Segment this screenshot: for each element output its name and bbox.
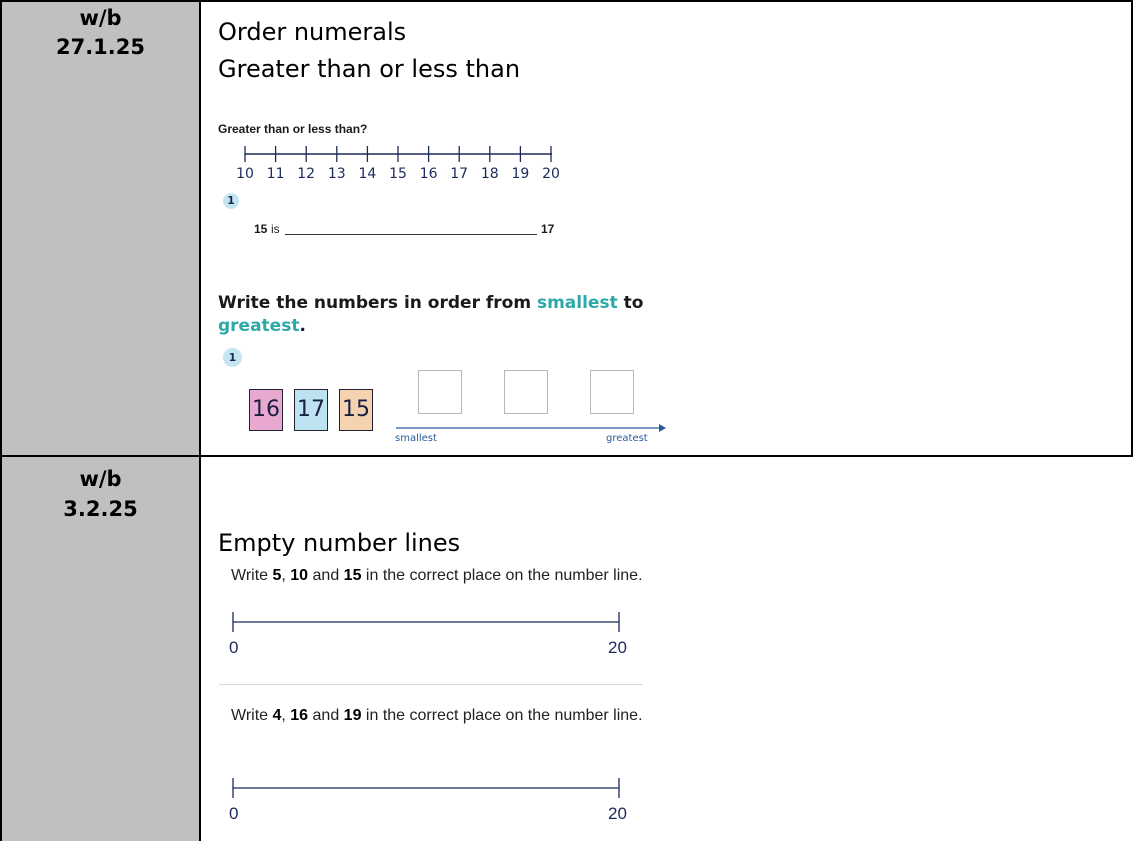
number-line-start: 0 [229,638,239,657]
instr-number: 16 [290,707,309,724]
answer-box[interactable] [504,370,548,414]
worksheet-title: Greater than or less than? [218,122,368,136]
exercise-instruction: Write 5, 10 and 15 in the correct place … [231,565,691,587]
order-heading-line2: greatest. [218,316,306,336]
number-line-tick-label: 14 [358,166,377,182]
question-number-badge: 1 [223,193,239,209]
topic-title: Empty number lines [218,529,461,557]
instr-text: Write [231,567,273,584]
answer-box[interactable] [590,370,634,414]
heading-smallest: smallest [536,293,618,313]
topic-title: Greater than or less than [218,55,521,83]
instr-text: in the correct place on the number line. [361,567,643,584]
instr-text: in the correct place on the number line. [361,707,643,724]
answer-box[interactable] [418,370,462,414]
instr-text: , [281,707,291,724]
number-card: 16 [249,389,283,431]
number-line-tick-label: 12 [297,166,316,182]
order-heading: Write the numbers in order from smallest… [218,293,643,313]
number-line-end: 20 [608,804,627,823]
instr-text: and [308,707,344,724]
exercise-instruction: Write 4, 16 and 19 in the correct place … [231,705,691,727]
order-arrow [396,424,666,432]
number-card: 17 [294,389,328,431]
week-cell-2: w/b 3.2.25 [2,457,199,841]
number-line-tick-label: 11 [266,166,285,182]
number-line-tick-label: 19 [511,166,530,182]
instr-number: 15 [343,567,362,584]
number-card: 15 [339,389,373,431]
topic-title: Order numerals [218,18,407,46]
comparison-right-number: 17 [541,222,555,236]
comparison-answer-line[interactable] [285,234,537,235]
instr-number: 19 [343,707,362,724]
arrow-label-smallest: smallest [395,433,437,444]
week-date: 27.1.25 [55,35,145,59]
heading-period: . [299,316,306,336]
number-line-tick-label: 10 [236,166,254,182]
number-line-tick-label: 13 [327,166,346,182]
instr-text: , [281,567,291,584]
heading-greatest: greatest [218,316,300,336]
empty-number-line[interactable] [228,776,628,800]
week-prefix: w/b [79,467,122,491]
comparison-left-number: 15 [254,222,268,236]
instr-number: 10 [290,567,309,584]
heading-text: Write the numbers in order from [218,293,537,313]
number-line-tick-label: 20 [542,166,560,182]
number-line-tick-label: 15 [389,166,407,182]
exercise-divider [219,684,643,685]
arrow-label-greatest: greatest [606,433,648,444]
week-date: 3.2.25 [63,497,138,521]
week-cell-1: w/b 27.1.25 [2,2,199,455]
number-line-tick-label: 17 [450,166,469,182]
heading-text: to [617,293,644,313]
plan-table: w/b 27.1.25 Order numerals Greater than … [0,0,1133,841]
instr-text: and [308,567,344,584]
number-line-tick-label: 16 [419,166,438,182]
empty-number-line[interactable] [228,610,628,634]
instr-text: Write [231,707,273,724]
question-number-badge: 1 [223,348,242,367]
number-line-tick-label: 18 [480,166,499,182]
comparison-is-word: is [271,222,280,236]
week-prefix: w/b [79,6,122,30]
number-line-start: 0 [229,804,239,823]
column-divider [199,0,201,841]
number-line-end: 20 [608,638,627,657]
